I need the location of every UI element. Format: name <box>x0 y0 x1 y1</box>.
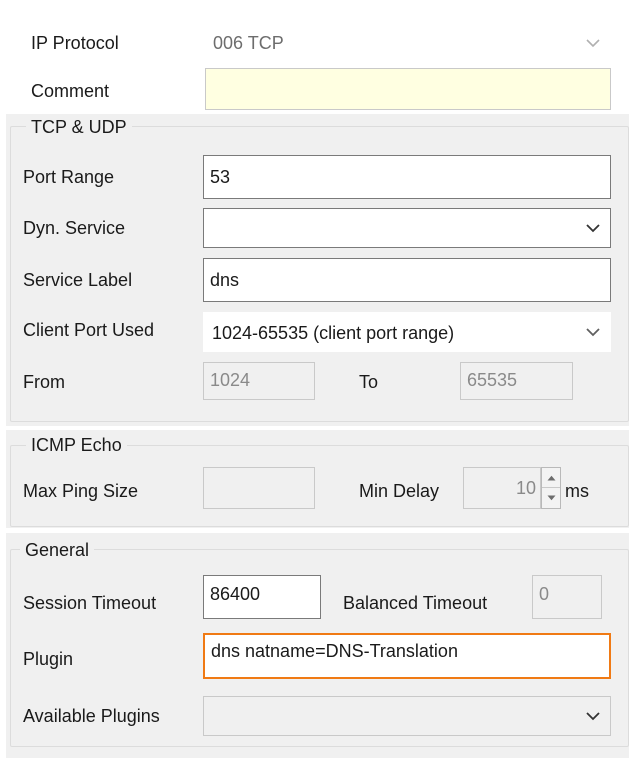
plugin-input[interactable]: dns natname=DNS-Translation <box>203 633 611 679</box>
chevron-down-icon <box>582 25 604 61</box>
tcp-udp-group-title: TCP & UDP <box>26 116 132 138</box>
min-delay-label: Min Delay <box>359 481 440 501</box>
service-label-label: Service Label <box>23 270 133 290</box>
min-delay-unit: ms <box>565 481 589 501</box>
triangle-down-icon[interactable] <box>542 488 560 508</box>
chevron-down-icon[interactable] <box>582 697 604 735</box>
client-port-used-label: Client Port Used <box>23 320 155 340</box>
general-group-title: General <box>20 539 95 561</box>
ip-protocol-label: IP Protocol <box>31 33 119 53</box>
available-plugins-label: Available Plugins <box>23 706 160 726</box>
ip-protocol-select[interactable]: 006 TCP <box>205 24 611 62</box>
service-label-input[interactable]: dns <box>203 258 611 302</box>
min-delay-input[interactable]: 10 <box>463 467 541 509</box>
ip-protocol-value: 006 TCP <box>213 33 284 53</box>
max-ping-size-input[interactable] <box>203 467 315 509</box>
dyn-service-label: Dyn. Service <box>23 218 126 238</box>
from-input[interactable]: 1024 <box>203 362 315 400</box>
min-delay-spinner[interactable] <box>541 467 561 509</box>
port-range-input[interactable]: 53 <box>203 155 611 199</box>
dyn-service-select[interactable] <box>203 208 611 248</box>
plugin-label: Plugin <box>23 649 74 669</box>
client-port-used-value: 1024-65535 (client port range) <box>212 323 455 343</box>
comment-label: Comment <box>31 81 110 101</box>
max-ping-size-label: Max Ping Size <box>23 481 139 501</box>
chevron-down-icon[interactable] <box>582 209 604 247</box>
session-timeout-label: Session Timeout <box>23 593 157 613</box>
balanced-timeout-label: Balanced Timeout <box>343 593 488 613</box>
from-label: From <box>23 372 65 392</box>
balanced-timeout-input[interactable]: 0 <box>532 575 602 619</box>
session-timeout-input[interactable]: 86400 <box>203 575 321 619</box>
chevron-down-icon[interactable] <box>582 313 604 351</box>
port-range-label: Port Range <box>23 167 115 187</box>
available-plugins-select[interactable] <box>203 696 611 736</box>
comment-input[interactable] <box>205 68 611 110</box>
icmp-echo-group-title: ICMP Echo <box>26 434 127 456</box>
to-label: To <box>359 372 379 392</box>
client-port-used-select[interactable]: 1024-65535 (client port range) <box>203 312 611 352</box>
to-input[interactable]: 65535 <box>460 362 573 400</box>
triangle-up-icon[interactable] <box>542 468 560 488</box>
